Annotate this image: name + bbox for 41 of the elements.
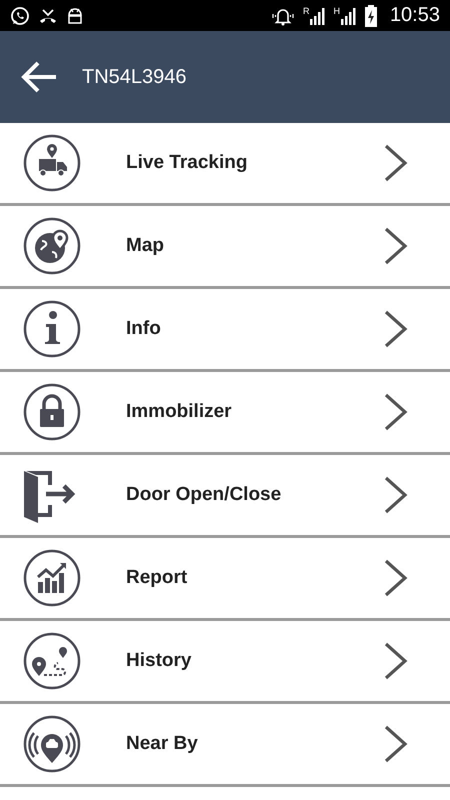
menu-label: Door Open/Close — [126, 484, 282, 506]
back-button[interactable] — [20, 61, 58, 93]
menu-item[interactable]: Live Tracking — [0, 123, 450, 206]
signal-icon — [309, 6, 326, 24]
chevron-icon — [382, 309, 410, 349]
network-type-label: R — [302, 6, 310, 16]
menu-label: Map — [126, 235, 165, 257]
menu-item[interactable]: Info — [0, 289, 450, 372]
menu-label: Near By — [126, 733, 199, 755]
globe-icon — [22, 216, 82, 276]
menu-item[interactable]: Door Open/Close — [0, 455, 450, 538]
chevron-icon — [382, 226, 410, 266]
menu-item[interactable]: Near By — [0, 704, 450, 787]
menu-item[interactable]: Immobilizer — [0, 372, 450, 455]
menu-item[interactable]: History — [0, 621, 450, 704]
route-pins-icon — [22, 631, 82, 691]
menu-label: History — [126, 650, 192, 672]
signal-icon — [340, 6, 356, 24]
chevron-icon — [382, 392, 410, 432]
chevron-icon — [382, 641, 410, 681]
menu-item[interactable]: Report — [0, 538, 450, 621]
clock-time: 10:53 — [390, 4, 440, 27]
chevron-icon — [382, 143, 410, 183]
battery-icon — [364, 4, 378, 26]
padlock-icon — [22, 382, 82, 442]
menu-label: Report — [126, 567, 188, 589]
truck-icon — [22, 133, 82, 193]
nearby-car-icon — [22, 714, 82, 774]
bar-chart-icon — [22, 548, 82, 608]
menu-label: Immobilizer — [126, 401, 233, 423]
back-arrow-icon — [20, 61, 58, 93]
menu-item[interactable]: Map — [0, 206, 450, 289]
menu-label: Live Tracking — [126, 152, 248, 174]
chevron-icon — [382, 475, 410, 515]
vehicle-title: TN54L3946 — [82, 66, 187, 88]
chevron-icon — [382, 724, 410, 764]
chat-icon — [10, 6, 30, 26]
chevron-icon — [382, 558, 410, 598]
network-type-label: H — [333, 6, 340, 16]
menu-label: Info — [126, 318, 162, 340]
info-icon — [22, 299, 82, 359]
